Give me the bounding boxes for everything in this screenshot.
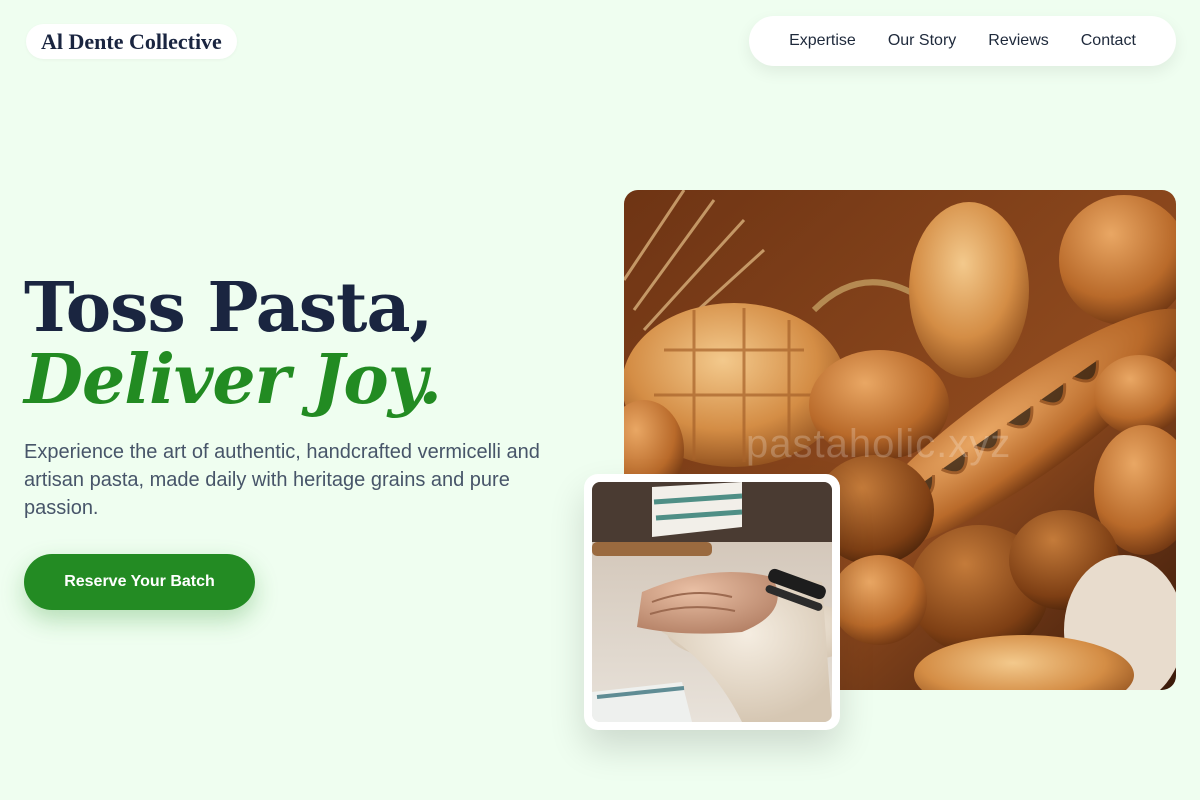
dough-kneading-image (592, 482, 832, 722)
nav-link-reviews[interactable]: Reviews (988, 32, 1048, 50)
brand-logo[interactable]: Al Dente Collective (26, 24, 237, 59)
reserve-batch-button[interactable]: Reserve Your Batch (24, 554, 255, 610)
hero-title-line1: Toss Pasta, (24, 268, 433, 348)
nav-link-our-story[interactable]: Our Story (888, 32, 956, 50)
nav-link-contact[interactable]: Contact (1081, 32, 1136, 50)
hero-title-accent: Deliver Joy. (24, 340, 442, 420)
hero-subtitle: Experience the art of authentic, handcra… (24, 441, 540, 519)
main-nav: Expertise Our Story Reviews Contact (749, 16, 1176, 66)
dough-image-card (584, 474, 840, 730)
hero-title: Toss Pasta, Deliver Joy. (24, 272, 442, 420)
nav-link-expertise[interactable]: Expertise (789, 32, 856, 50)
